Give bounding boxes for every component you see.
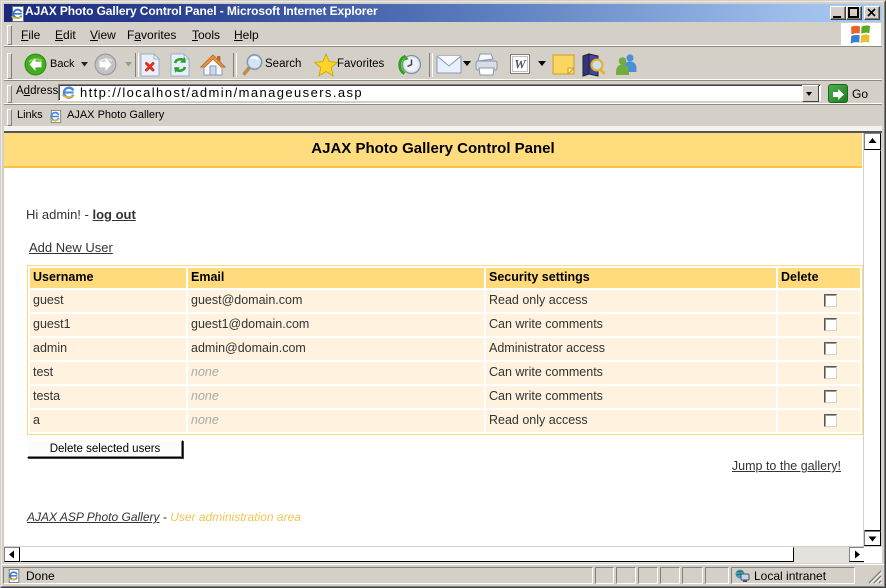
svg-text:W: W (514, 57, 527, 72)
